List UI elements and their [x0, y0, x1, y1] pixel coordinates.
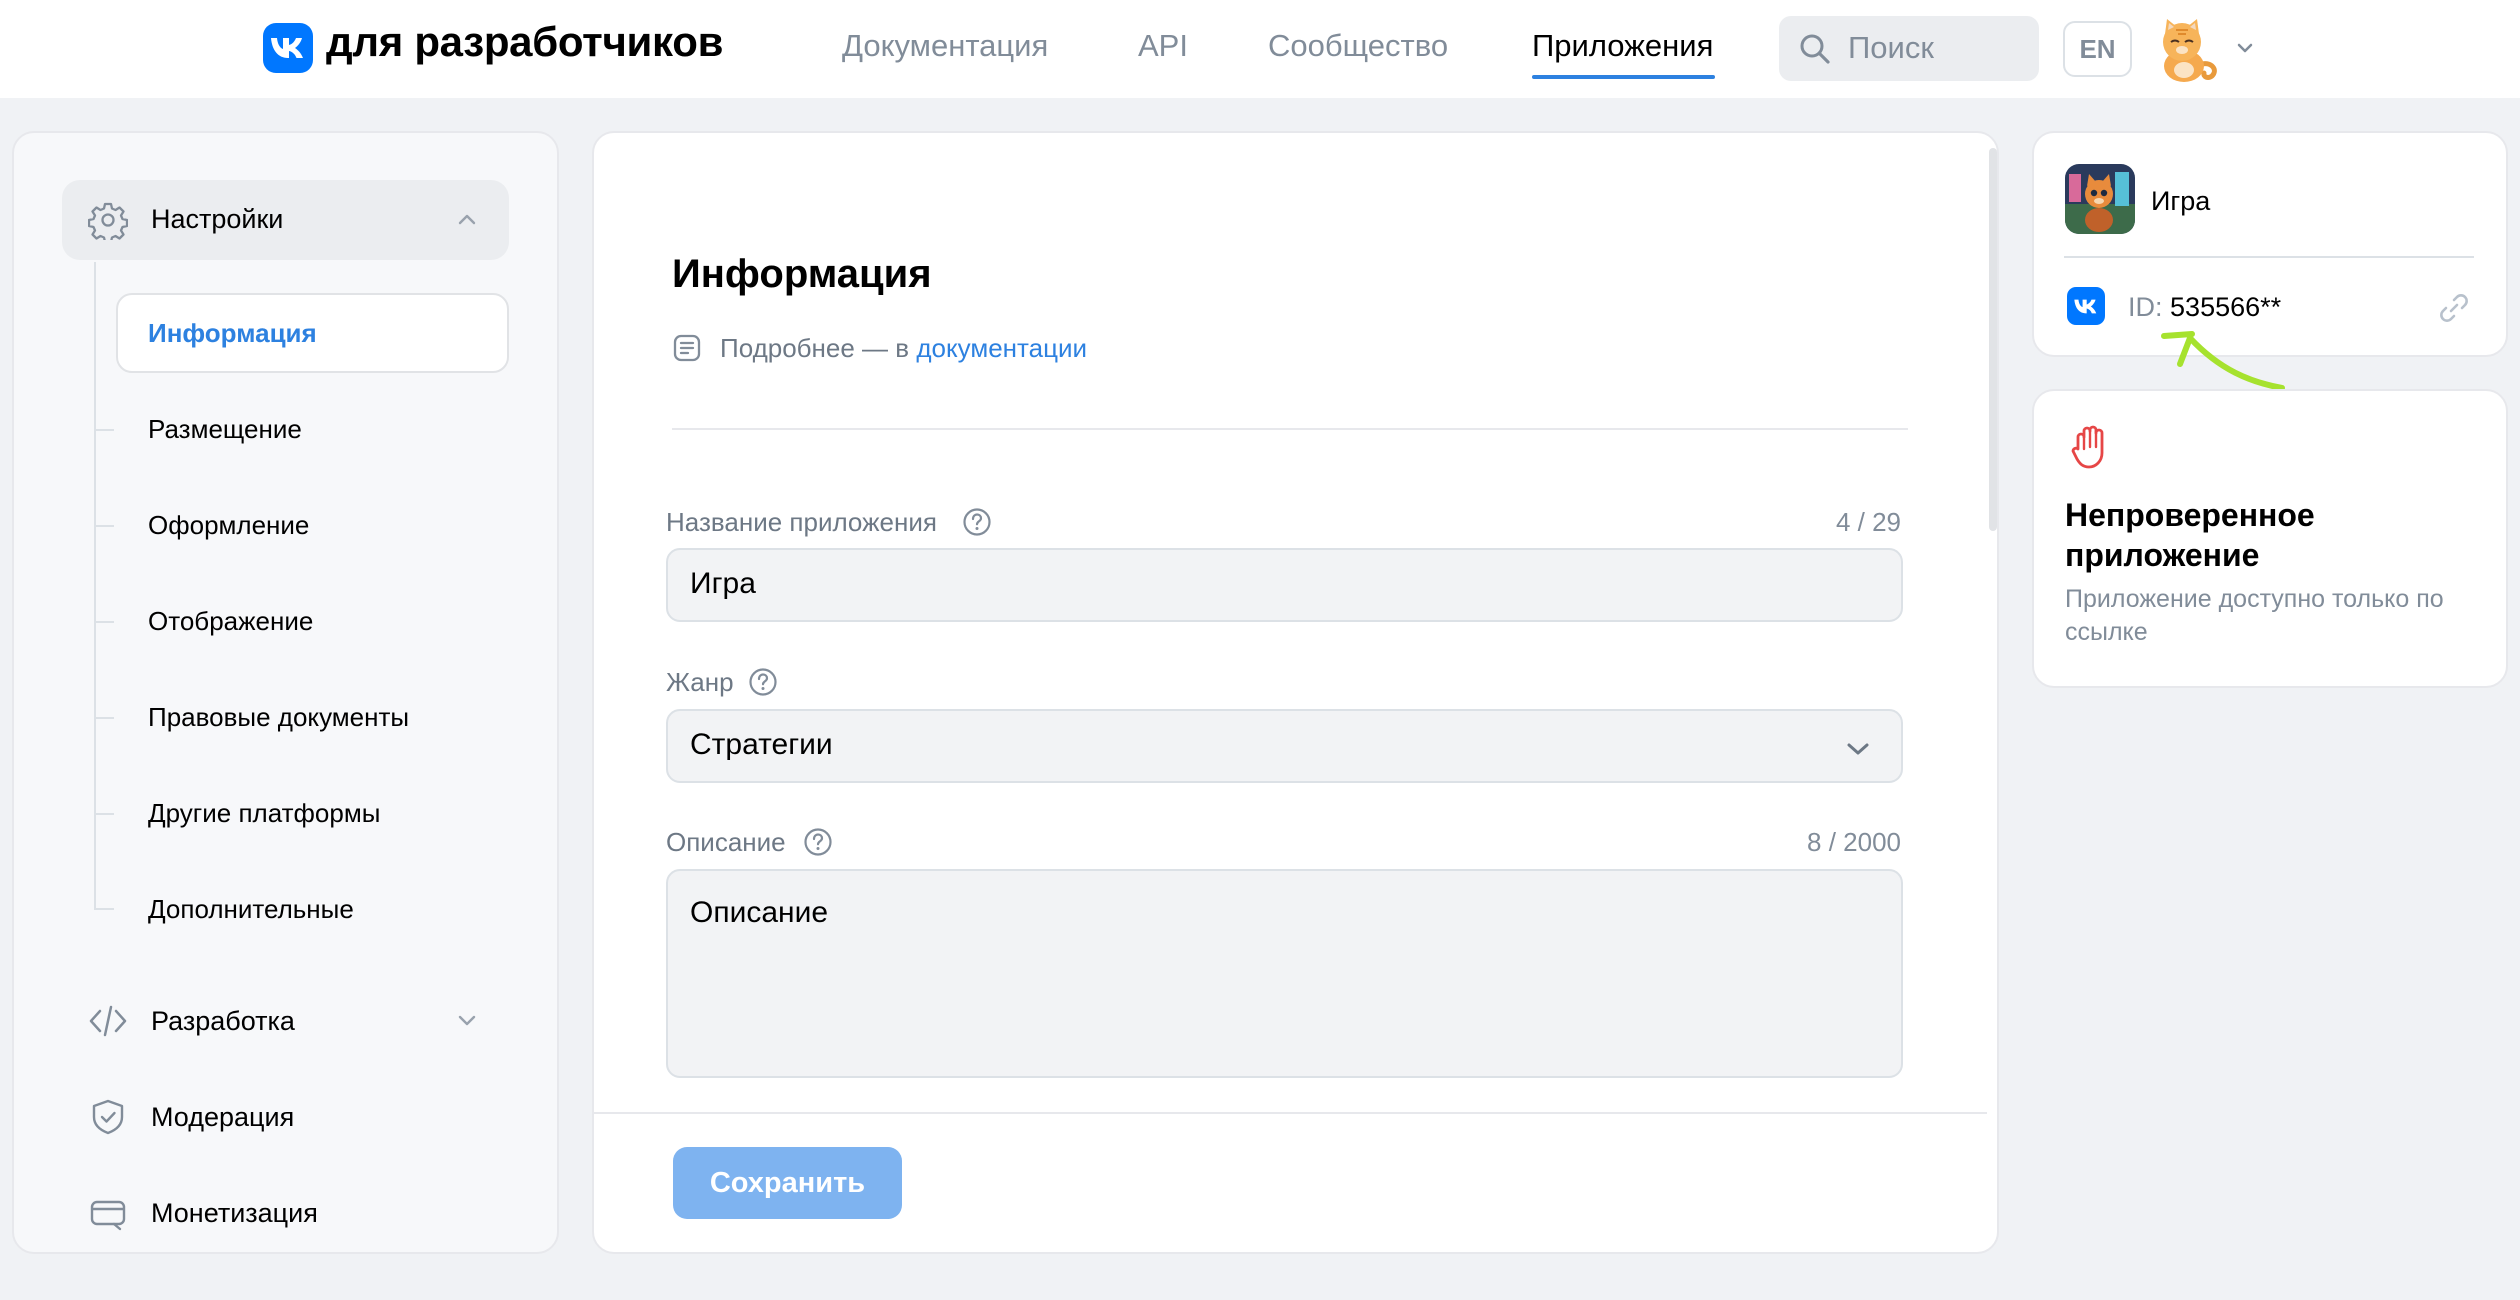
gear-icon: [88, 202, 128, 240]
sidebar-item-design[interactable]: Оформление: [148, 510, 309, 541]
search-icon: [1800, 34, 1830, 64]
genre-label: Жанр: [666, 667, 734, 697]
chevron-down-icon[interactable]: [2233, 36, 2257, 60]
app-id-label: ID:: [2128, 292, 2163, 322]
genre-select[interactable]: [666, 709, 1903, 783]
status-title: Непроверенное приложение: [2065, 497, 2315, 573]
chevron-up-icon[interactable]: [453, 206, 481, 234]
sidebar-item-legal-docs[interactable]: Правовые документы: [148, 702, 409, 733]
footer-divider: [594, 1112, 1987, 1114]
nav-active-underline: [1532, 75, 1715, 79]
description-counter: 8 / 2000: [1807, 827, 1901, 857]
description-value: Описание: [690, 896, 829, 929]
hand-stop-icon: [2071, 425, 2104, 469]
tree-tick: [94, 525, 114, 527]
sidebar-item-display[interactable]: Отображение: [148, 606, 313, 637]
annotation-arrow-icon: [2161, 331, 2285, 391]
docs-hint-text: Подробнее — в: [720, 333, 917, 363]
tree-tick: [94, 813, 114, 815]
main-panel: [592, 131, 1999, 1254]
tree-tick: [94, 429, 114, 431]
genre-value: Стратегии: [690, 728, 833, 761]
vk-logo-icon: [2067, 287, 2105, 325]
code-icon: [89, 1005, 127, 1037]
sidebar-item-settings-label: Настройки: [151, 204, 284, 234]
sidebar-item-development[interactable]: Разработка: [151, 1006, 295, 1037]
divider: [672, 428, 1908, 430]
app-name-label: Название приложения: [666, 507, 937, 537]
description-label: Описание: [666, 827, 786, 857]
status-description: Приложение доступно только по ссылке: [2065, 585, 2444, 646]
docs-link[interactable]: документации: [916, 333, 1087, 363]
chevron-down-icon: [1847, 743, 1869, 755]
save-button[interactable]: Сохранить: [673, 1147, 902, 1219]
logo-text[interactable]: для разработчиков: [326, 18, 723, 66]
card-icon: [90, 1200, 126, 1231]
page-title: Информация: [672, 252, 932, 296]
card-divider: [2064, 256, 2474, 258]
tree-tick: [94, 717, 114, 719]
sidebar-item-placement[interactable]: Размещение: [148, 414, 302, 445]
chevron-down-icon[interactable]: [453, 1006, 481, 1034]
tree-tick: [94, 621, 114, 623]
nav-apps[interactable]: Приложения: [1532, 28, 1713, 64]
document-icon: [673, 334, 701, 362]
shield-check-icon: [92, 1099, 124, 1135]
language-switch[interactable]: EN: [2063, 21, 2132, 77]
docs-hint: Подробнее — в документации: [720, 333, 1087, 364]
app-name-counter: 4 / 29: [1835, 507, 1901, 537]
sidebar-item-other-platforms[interactable]: Другие платформы: [148, 798, 380, 829]
help-circle-icon[interactable]: [747, 666, 779, 698]
sidebar-item-settings[interactable]: [62, 180, 509, 260]
vk-logo-icon[interactable]: [263, 23, 313, 73]
help-circle-icon[interactable]: [961, 506, 993, 538]
app-thumbnail-icon[interactable]: [2065, 164, 2135, 234]
sidebar-item-moderation[interactable]: Модерация: [151, 1102, 294, 1133]
link-icon[interactable]: [2436, 290, 2472, 326]
scrollbar[interactable]: [1989, 148, 1997, 531]
app-id: ID: 535566**: [2128, 292, 2281, 323]
app-name-input[interactable]: [666, 548, 1903, 622]
help-circle-icon[interactable]: [802, 826, 834, 858]
cat-avatar-icon[interactable]: [2150, 14, 2222, 84]
nav-documentation[interactable]: Документация: [842, 28, 1048, 64]
app-name-value: Игра: [690, 567, 756, 600]
sidebar-item-additional[interactable]: Дополнительные: [148, 894, 354, 925]
search-placeholder: Поиск: [1848, 30, 1934, 65]
nav-api[interactable]: API: [1138, 28, 1188, 64]
app-card-name: Игра: [2151, 186, 2211, 216]
sidebar-item-monetization[interactable]: Монетизация: [151, 1198, 318, 1229]
nav-community[interactable]: Сообщество: [1268, 28, 1448, 64]
description-textarea[interactable]: [666, 869, 1903, 1078]
app-id-value: 535566**: [2170, 292, 2282, 322]
tree-tick: [94, 908, 114, 910]
sidebar-item-info-label: Информация: [148, 318, 317, 348]
